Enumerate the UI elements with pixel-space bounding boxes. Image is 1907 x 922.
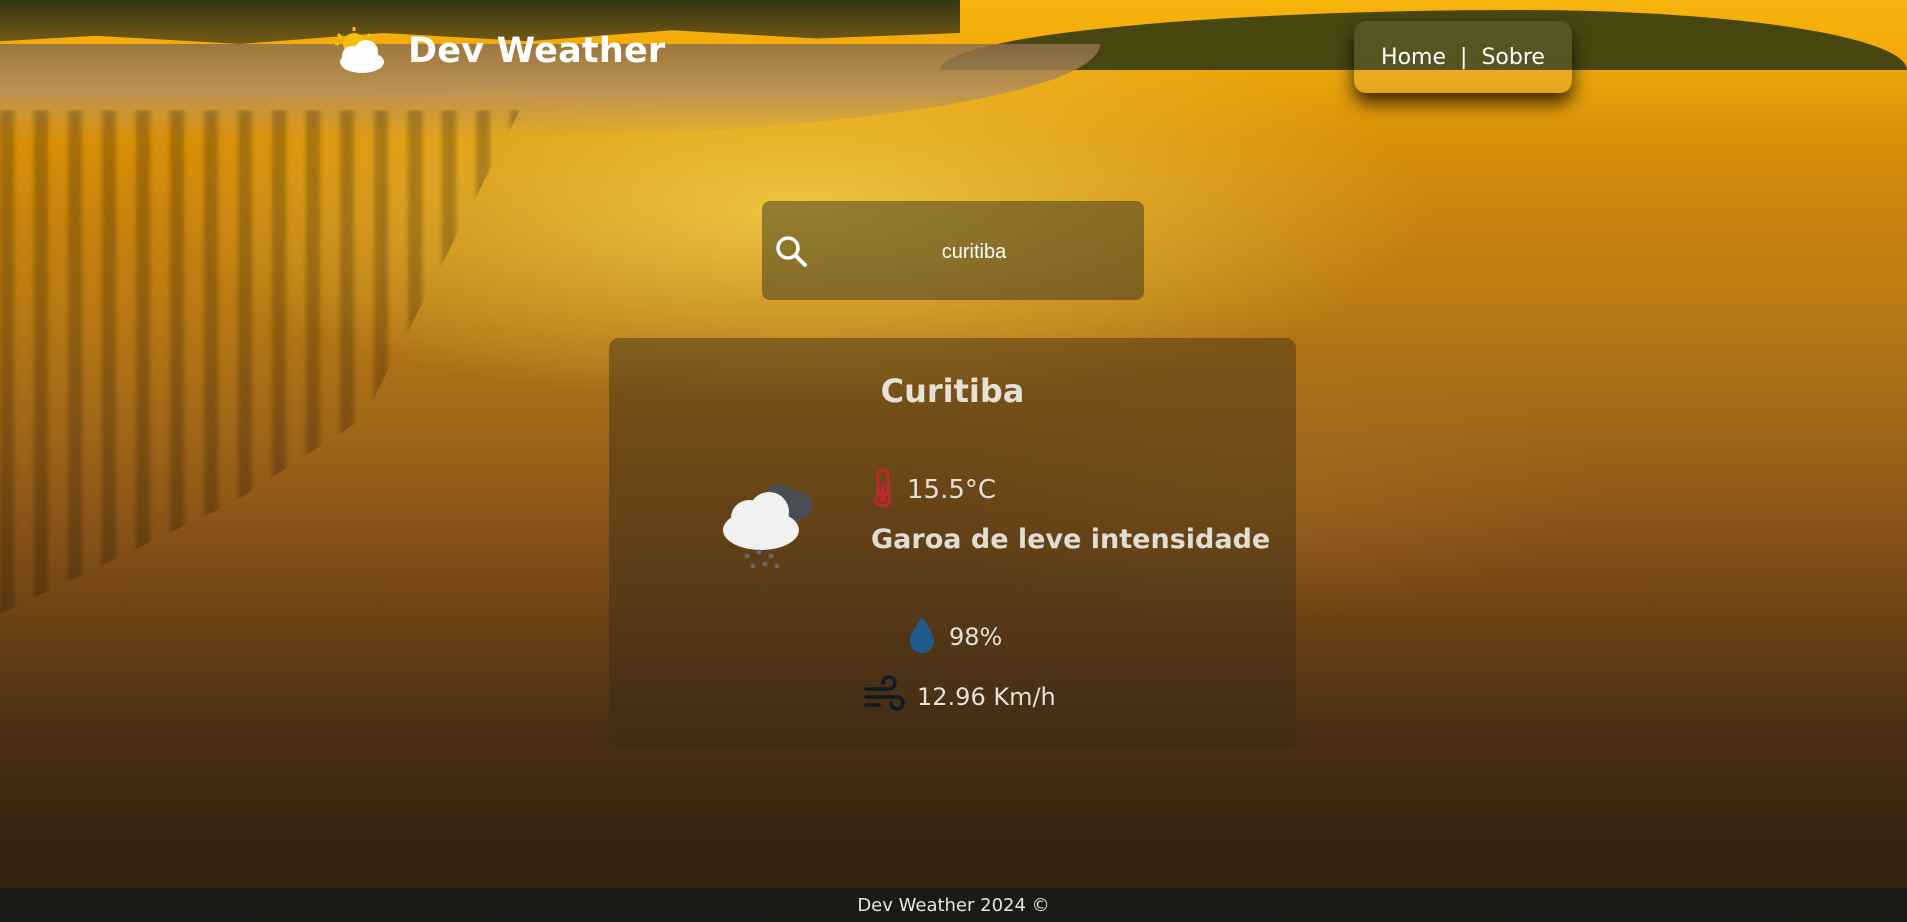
- thermometer-icon: [871, 468, 895, 512]
- logo-title: Dev Weather: [408, 31, 666, 71]
- wind-value: 12.96 Km/h: [917, 683, 1056, 711]
- temperature-value: 15.5°C: [907, 475, 997, 505]
- weather-description: Garoa de leve intensidade: [871, 524, 1271, 555]
- top-nav: Home | Sobre: [1354, 21, 1572, 93]
- temperature-row: 15.5°C: [871, 468, 996, 512]
- nav-separator: |: [1460, 44, 1468, 70]
- logo[interactable]: Dev Weather: [330, 26, 665, 76]
- search-box: [762, 201, 1144, 300]
- rain-cloud-icon: [709, 466, 829, 576]
- humidity-value: 98%: [949, 623, 1003, 651]
- page-background: Dev Weather Home | Sobre Curitiba: [0, 0, 1907, 922]
- humidity-row: 98%: [907, 615, 1002, 659]
- city-name: Curitiba: [880, 372, 1025, 410]
- sun-cloud-icon: [330, 26, 390, 76]
- nav-home-link[interactable]: Home: [1381, 45, 1446, 70]
- wind-icon: [863, 675, 905, 719]
- footer-text: Dev Weather 2024 ©: [857, 894, 1050, 916]
- footer: Dev Weather 2024 ©: [0, 888, 1907, 922]
- wind-row: 12.96 Km/h: [863, 675, 1056, 719]
- water-reflections: [0, 110, 520, 614]
- search-icon[interactable]: [774, 234, 808, 268]
- weather-card: Curitiba 15.5°C Garoa de leve intensidad…: [609, 338, 1296, 749]
- water-drop-icon: [907, 615, 937, 659]
- search-input[interactable]: [822, 231, 1126, 273]
- nav-about-link[interactable]: Sobre: [1481, 45, 1545, 70]
